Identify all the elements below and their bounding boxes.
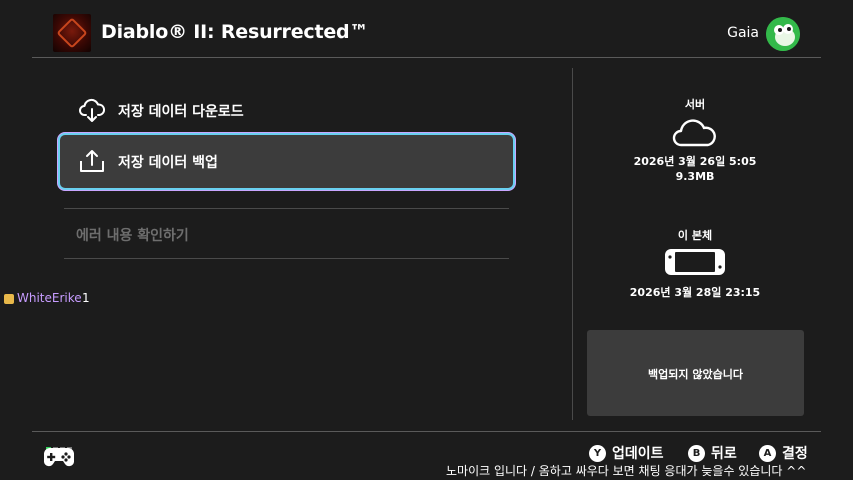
server-save-date: 2026년 3월 26일 5:05 [633,155,757,168]
server-label: 서버 [684,98,706,111]
backup-save-data-label: 저장 데이터 백업 [118,155,218,171]
controller-icon [44,448,74,467]
chat-ticker: 노마이크 입니다 / 옴하고 싸우다 보면 채팅 응대가 늦을수 있습니다 ^^ [446,464,807,478]
y-button-icon: Y [589,444,606,462]
backup-status-text: 백업되지 않았습니다 [648,368,743,381]
switch-console-icon [665,249,725,275]
backup-status-box: 백업되지 않았습니다 [587,330,804,416]
user-name: Gaia [727,25,759,41]
header-divider [32,57,821,58]
update-button[interactable]: Y 업데이트 [589,443,664,463]
upload-icon [80,150,104,172]
header: Diablo® II: Resurrected™ Gaia [0,0,853,58]
confirm-button[interactable]: A 결정 [759,443,808,463]
backup-save-data-button[interactable]: 저장 데이터 백업 [60,135,513,188]
back-button[interactable]: B 뒤로 [688,443,737,463]
back-label: 뒤로 [711,446,737,462]
game-icon [53,14,91,52]
chat-badge-icon [4,294,14,304]
menu-divider [64,258,509,259]
a-button-icon: A [759,444,776,462]
update-label: 업데이트 [612,446,664,462]
check-error-button[interactable]: 에러 내용 확인하기 [76,225,189,245]
cloud-download-icon [79,98,106,122]
download-save-data-button[interactable]: 저장 데이터 다운로드 [60,84,513,136]
console-label: 이 본체 [677,229,713,242]
confirm-label: 결정 [782,446,808,462]
footer-divider [32,431,821,432]
cloud-icon [672,119,716,147]
chat-count: 1 [82,291,90,305]
panel-divider [572,68,573,420]
server-save-size: 9.3MB [675,170,715,183]
download-save-data-label: 저장 데이터 다운로드 [118,104,244,120]
menu-divider [64,208,509,209]
b-button-icon: B [688,444,705,462]
console-save-date: 2026년 3월 28일 23:15 [629,286,761,299]
game-title: Diablo® II: Resurrected™ [101,21,369,43]
chat-user-name: WhiteErike [17,291,82,305]
user-avatar[interactable] [766,17,800,51]
